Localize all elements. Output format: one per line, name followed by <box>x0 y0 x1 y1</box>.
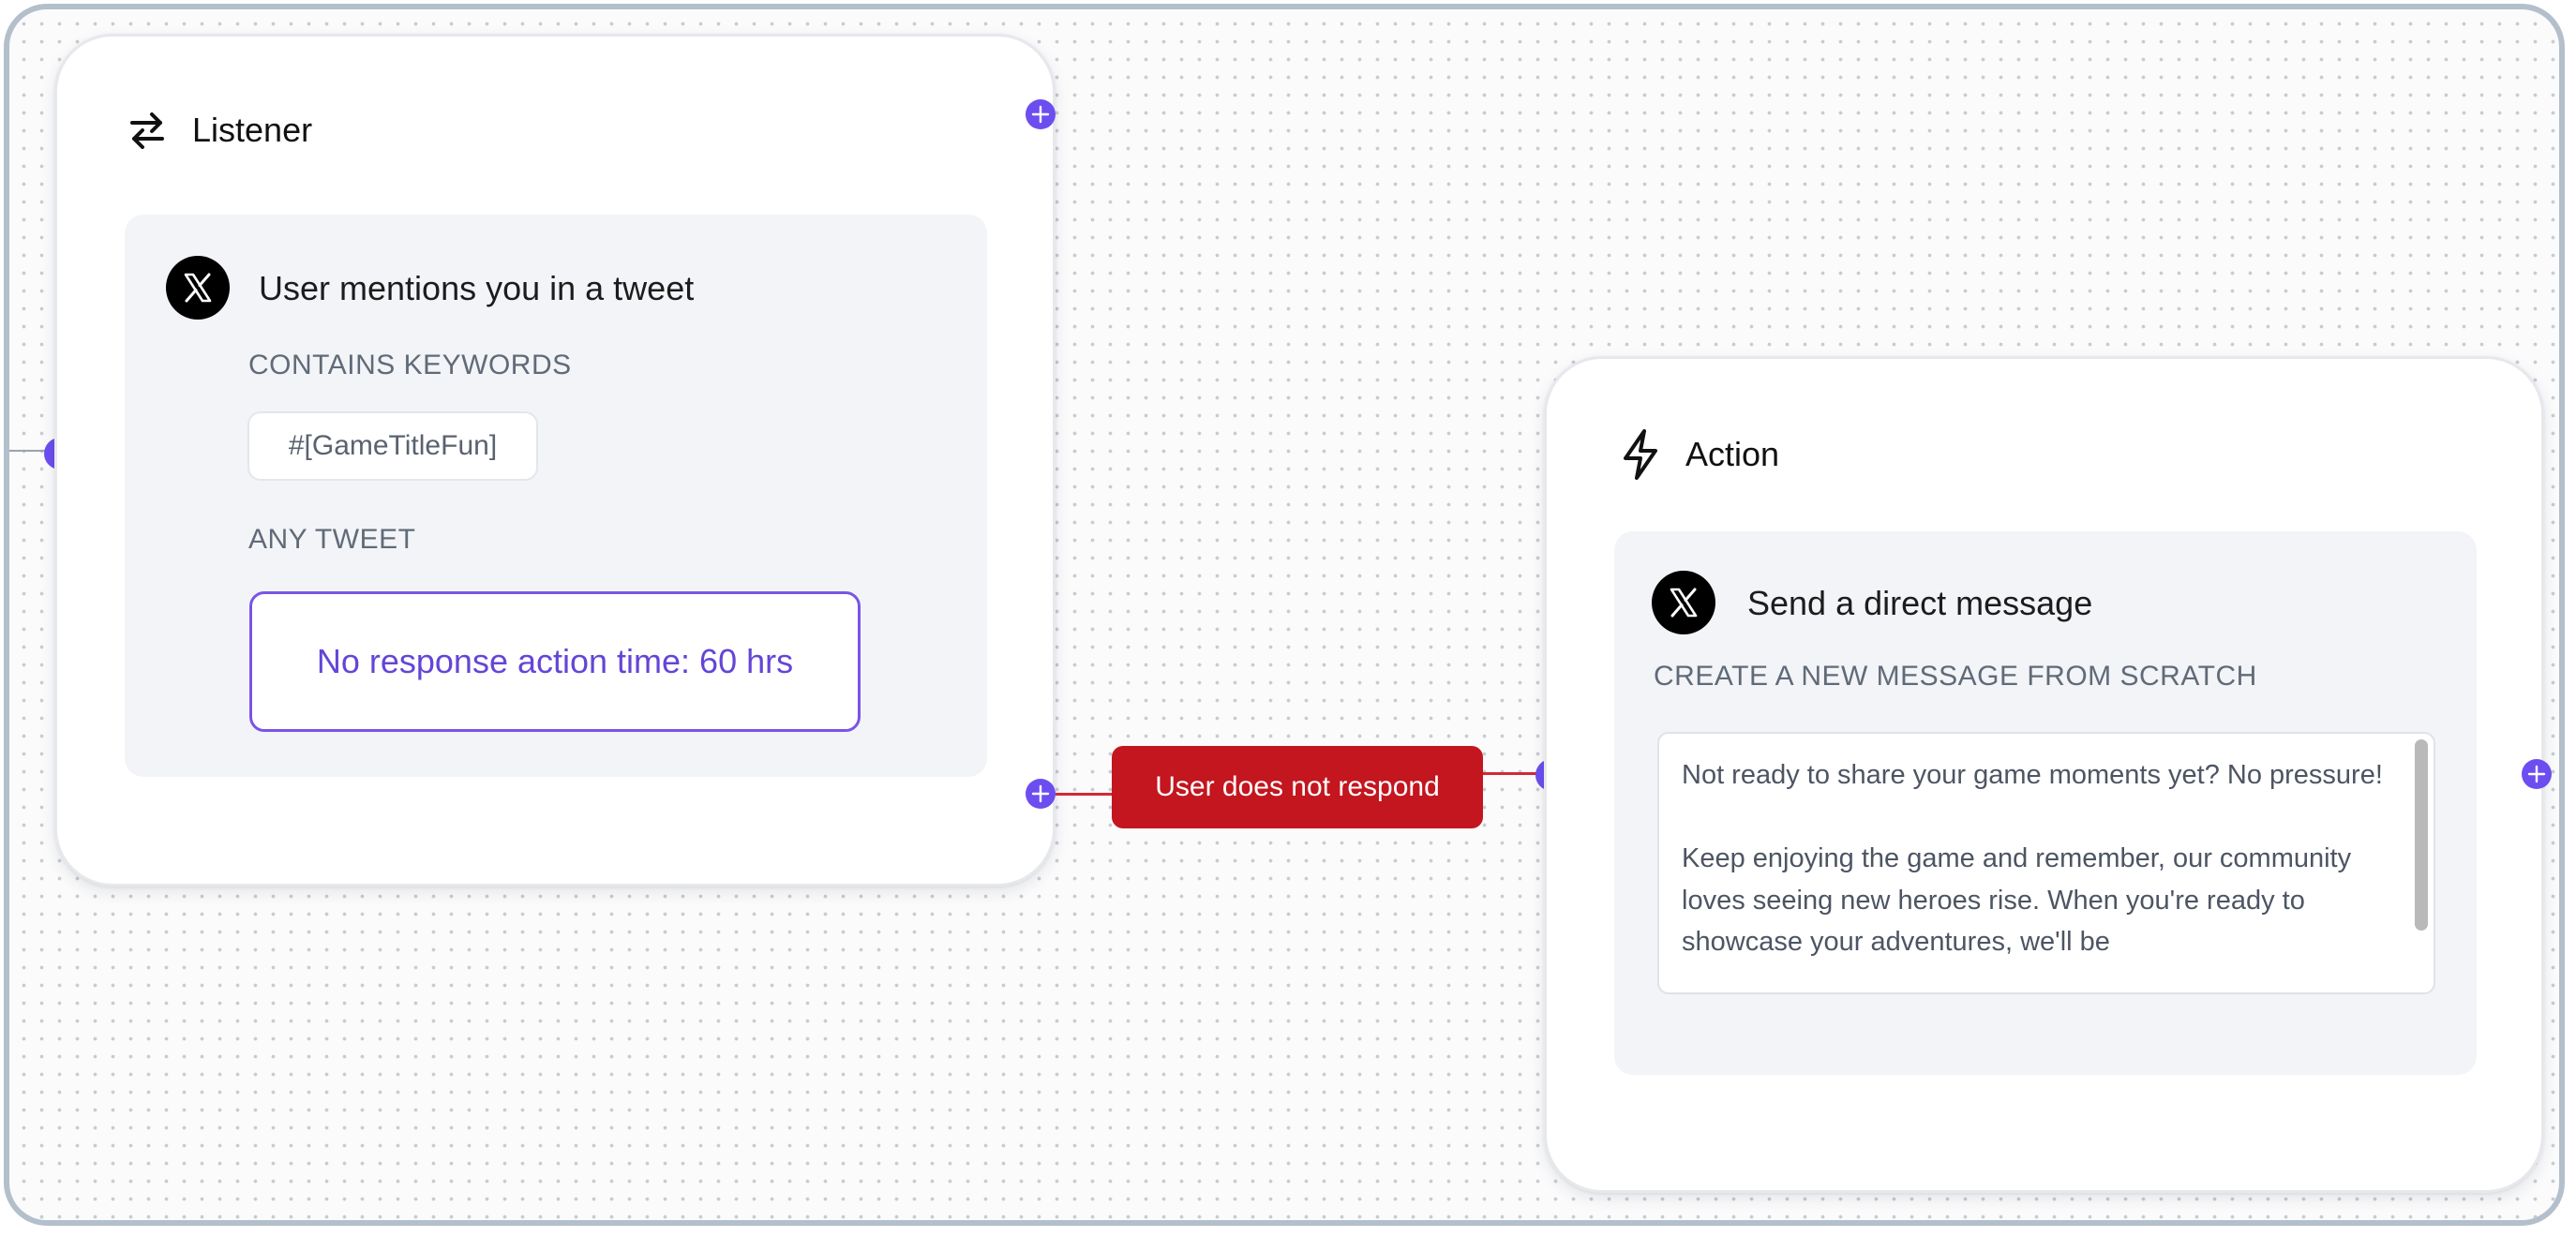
contains-keywords-label: CONTAINS KEYWORDS <box>248 350 572 380</box>
edge-label-user-does-not-respond[interactable]: User does not respond <box>1112 746 1483 828</box>
message-text: Not ready to share your game moments yet… <box>1682 760 2383 957</box>
plus-icon <box>1031 105 1050 124</box>
x-logo-icon <box>166 256 230 320</box>
listener-add-bottom-handle[interactable] <box>1026 779 1056 809</box>
action-header: Action <box>1620 428 1779 481</box>
action-panel[interactable]: Send a direct message CREATE A NEW MESSA… <box>1614 531 2477 1075</box>
message-scrollbar[interactable] <box>2415 739 2428 931</box>
no-response-text: No response action time: 60 hrs <box>316 642 794 680</box>
keyword-chip[interactable]: #[GameTitleFun] <box>247 411 538 481</box>
x-logo-icon <box>1652 571 1715 634</box>
no-response-action-time[interactable]: No response action time: 60 hrs <box>249 591 861 732</box>
create-message-label: CREATE A NEW MESSAGE FROM SCRATCH <box>1654 661 2257 692</box>
action-add-handle[interactable] <box>2522 759 2552 789</box>
listener-add-top-handle[interactable] <box>1026 99 1056 129</box>
message-textarea[interactable]: Not ready to share your game moments yet… <box>1657 732 2435 994</box>
action-card[interactable]: Action Send a direct message CREATE A NE… <box>1544 356 2544 1193</box>
action-title: Action <box>1685 435 1780 473</box>
trigger-title: User mentions you in a tweet <box>259 269 695 307</box>
lightning-bolt-icon <box>1620 428 1661 481</box>
plus-icon <box>2527 765 2546 783</box>
listener-header: Listener <box>127 110 312 151</box>
edge-label-text: User does not respond <box>1155 771 1440 802</box>
listener-card[interactable]: Listener User mentions you in a tweet CO… <box>54 34 1056 887</box>
plus-icon <box>1031 784 1050 803</box>
swap-arrows-icon <box>127 110 168 151</box>
any-tweet-label: ANY TWEET <box>248 524 416 555</box>
action-item-title: Send a direct message <box>1747 584 2093 622</box>
listener-title: Listener <box>192 111 313 149</box>
flow-canvas[interactable]: Listener User mentions you in a tweet CO… <box>4 4 2565 1226</box>
edge-line-left <box>1056 793 1119 796</box>
listener-trigger-panel[interactable]: User mentions you in a tweet CONTAINS KE… <box>125 215 987 777</box>
